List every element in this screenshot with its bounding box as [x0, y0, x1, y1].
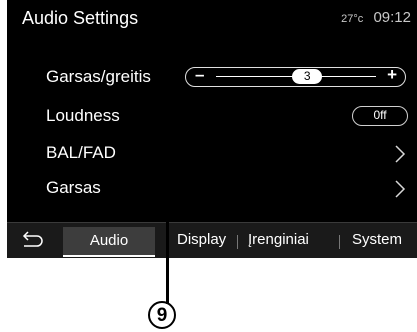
slider-minus-button[interactable]: –: [195, 65, 204, 85]
slider-knob[interactable]: 3: [292, 69, 323, 84]
callout-line: [166, 198, 169, 304]
slider-plus-button[interactable]: +: [387, 65, 397, 85]
loudness-row: Loudness 0ff: [7, 99, 417, 135]
garsas-row[interactable]: Garsas: [7, 171, 417, 207]
callout-number: 9: [148, 301, 176, 329]
chevron-right-icon: [395, 180, 406, 198]
bal-fad-label: BAL/FAD: [46, 143, 116, 162]
bottom-tab-bar: Audio Display Įrenginiai System: [7, 222, 417, 258]
tab-irenginiai[interactable]: Įrenginiai: [248, 231, 309, 248]
speed-volume-slider[interactable]: – 3 +: [185, 65, 406, 87]
speed-volume-label: Garsas/greitis: [46, 67, 151, 86]
loudness-label: Loudness: [46, 106, 120, 125]
tab-divider: [339, 235, 340, 249]
tab-divider: [237, 235, 238, 249]
loudness-toggle[interactable]: 0ff: [352, 106, 408, 126]
clock: 09:12: [373, 9, 411, 26]
status-area: 27°c 09:12: [341, 9, 411, 26]
tab-audio[interactable]: Audio: [63, 227, 155, 257]
chevron-right-icon: [395, 145, 406, 163]
speed-volume-row: Garsas/greitis – 3 +: [7, 60, 417, 96]
audio-settings-screen: Audio Settings 27°c 09:12 Garsas/greitis…: [7, 0, 417, 258]
bal-fad-row[interactable]: BAL/FAD: [7, 136, 417, 172]
back-arrow-icon[interactable]: [15, 229, 49, 253]
tab-display[interactable]: Display: [177, 231, 226, 248]
garsas-label: Garsas: [46, 178, 101, 197]
temperature-readout: 27°c: [341, 13, 364, 25]
tab-system[interactable]: System: [352, 231, 402, 248]
page-title: Audio Settings: [22, 8, 139, 28]
